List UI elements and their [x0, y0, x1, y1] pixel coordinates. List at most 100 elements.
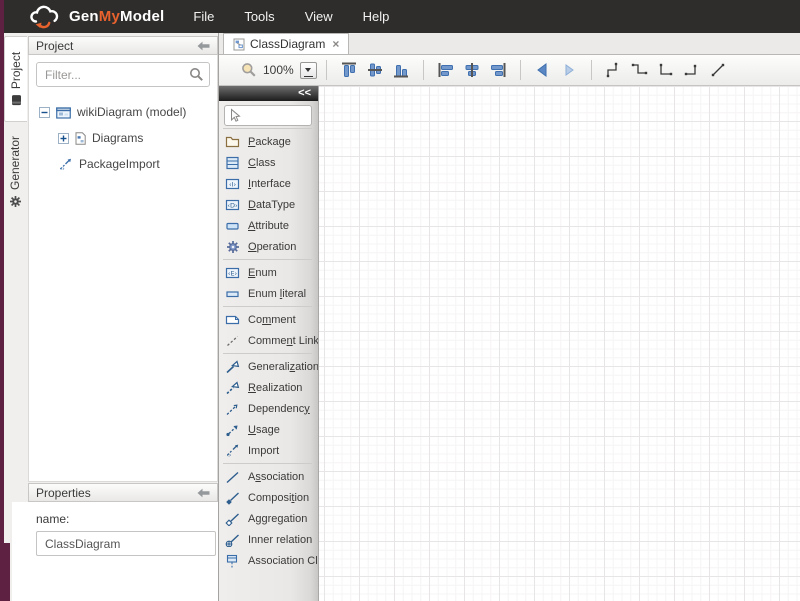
realization-icon [225, 381, 240, 395]
palette-item-enum[interactable]: ‹E› Enum [219, 262, 318, 283]
palette-item-import[interactable]: ‹› Import [219, 440, 318, 461]
palette-item-usage[interactable]: Usage [219, 419, 318, 440]
route-corner-icon [657, 62, 675, 78]
align-left-button[interactable] [434, 58, 458, 82]
search-icon [189, 67, 204, 82]
route-corner-up-button[interactable] [680, 58, 704, 82]
align-top-icon [340, 61, 358, 79]
align-bottom-button[interactable] [389, 58, 413, 82]
flip-right-icon [560, 61, 578, 79]
palette-item-operation[interactable]: Operation [219, 236, 318, 257]
palette-item-aggregation[interactable]: Aggregation [219, 508, 318, 529]
enum-icon: ‹E› [225, 266, 240, 280]
align-middle-button[interactable] [363, 58, 387, 82]
route-corner-button[interactable] [654, 58, 678, 82]
flip-left-button[interactable] [531, 58, 555, 82]
topbar: GenMyModel File Tools View Help [0, 0, 800, 33]
zoom-icon [241, 62, 257, 78]
align-left-icon [437, 61, 455, 79]
toolbar-separator [423, 60, 424, 80]
name-field-label: name: [36, 512, 218, 526]
palette-item-enum-literal[interactable]: Enum literal [219, 283, 318, 304]
select-tool-button[interactable] [224, 105, 312, 126]
composition-icon [225, 491, 240, 505]
palette-item-generalization[interactable]: Generalization [219, 356, 318, 377]
palette-item-class[interactable]: Class [219, 152, 318, 173]
tree-item-label: Diagrams [92, 131, 143, 145]
collapse-panel-icon[interactable] [197, 488, 210, 498]
route-elbow-icon [605, 62, 623, 78]
diagram-toolbar: 100% [219, 55, 800, 86]
diagram-page-icon [75, 132, 86, 145]
palette-item-interface[interactable]: ‹I› Interface [219, 173, 318, 194]
menu-view[interactable]: View [290, 9, 348, 24]
toolbar-separator [591, 60, 592, 80]
project-panel-header: Project [28, 36, 218, 55]
svg-text:‹D›: ‹D› [227, 201, 238, 209]
generalization-icon [225, 360, 240, 374]
rail-tab-project[interactable]: Project [4, 36, 27, 122]
menubar: File Tools View Help [178, 9, 404, 24]
menu-file[interactable]: File [178, 9, 229, 24]
align-bottom-icon [392, 61, 410, 79]
route-straight-button[interactable] [706, 58, 730, 82]
flip-right-button[interactable] [557, 58, 581, 82]
expand-expander-icon[interactable] [58, 133, 69, 144]
tree-item-packageimport[interactable]: ‹› PackageImport [29, 151, 217, 177]
brand-text: GenMyModel [69, 8, 164, 25]
model-icon [56, 106, 71, 119]
palette-item-inner-relation[interactable]: Inner relation [219, 529, 318, 550]
filter-input[interactable] [36, 62, 210, 87]
association-icon [225, 470, 240, 484]
svg-text:‹I›: ‹I› [229, 180, 237, 188]
palette-item-dependency[interactable]: Dependency [219, 398, 318, 419]
palette-item-composition[interactable]: Composition [219, 487, 318, 508]
project-panel-title: Project [36, 39, 197, 53]
toolbar-separator [326, 60, 327, 80]
route-elbow-button[interactable] [602, 58, 626, 82]
collapse-panel-icon[interactable] [197, 41, 210, 51]
palette-item-package[interactable]: Package [219, 131, 318, 152]
menu-tools[interactable]: Tools [229, 9, 289, 24]
palette-item-attribute[interactable]: Attribute [219, 215, 318, 236]
rail-tab-generator[interactable]: Generator [4, 124, 26, 220]
properties-panel-body: name: [12, 502, 218, 601]
palette-item-datatype[interactable]: ‹D› DataType [219, 194, 318, 215]
collapse-expander-icon[interactable] [39, 107, 50, 118]
comment-icon [225, 313, 240, 327]
operation-icon [225, 240, 240, 254]
palette-item-realization[interactable]: Realization [219, 377, 318, 398]
palette-item-association-class[interactable]: Association Cl... [219, 550, 318, 571]
palette-item-comment-link[interactable]: Comment Link [219, 330, 318, 351]
model-tree: wikiDiagram (model) [29, 99, 217, 177]
interface-icon: ‹I› [225, 177, 240, 191]
rail-tab-label: Project [9, 52, 23, 89]
zoom-dropdown-button[interactable] [300, 62, 317, 79]
route-corner-up-icon [683, 62, 701, 78]
association-class-icon [225, 554, 240, 568]
palette-header: << [219, 86, 318, 101]
align-center-icon [463, 61, 481, 79]
class-icon [225, 156, 240, 170]
align-middle-icon [366, 61, 384, 79]
route-zigzag-button[interactable] [628, 58, 652, 82]
tree-item-diagrams[interactable]: Diagrams [29, 125, 217, 151]
palette-item-comment[interactable]: Comment [219, 309, 318, 330]
toolbar-separator [520, 60, 521, 80]
tree-item-wikidiagram[interactable]: wikiDiagram (model) [29, 99, 217, 125]
align-right-button[interactable] [486, 58, 510, 82]
rail-tab-label: Generator [8, 136, 22, 190]
doc-tab-classdiagram[interactable]: ClassDiagram × [223, 33, 349, 54]
align-top-button[interactable] [337, 58, 361, 82]
palette-separator [223, 353, 312, 354]
name-input[interactable] [36, 531, 216, 556]
menu-help[interactable]: Help [348, 9, 405, 24]
aggregation-icon [225, 512, 240, 526]
package-import-icon: ‹› [58, 158, 73, 171]
inner-relation-icon [225, 533, 240, 547]
align-center-button[interactable] [460, 58, 484, 82]
tree-item-label: wikiDiagram (model) [77, 105, 186, 119]
palette-collapse-button[interactable]: << [298, 87, 311, 99]
close-tab-icon[interactable]: × [332, 37, 339, 51]
palette-item-association[interactable]: Association [219, 466, 318, 487]
